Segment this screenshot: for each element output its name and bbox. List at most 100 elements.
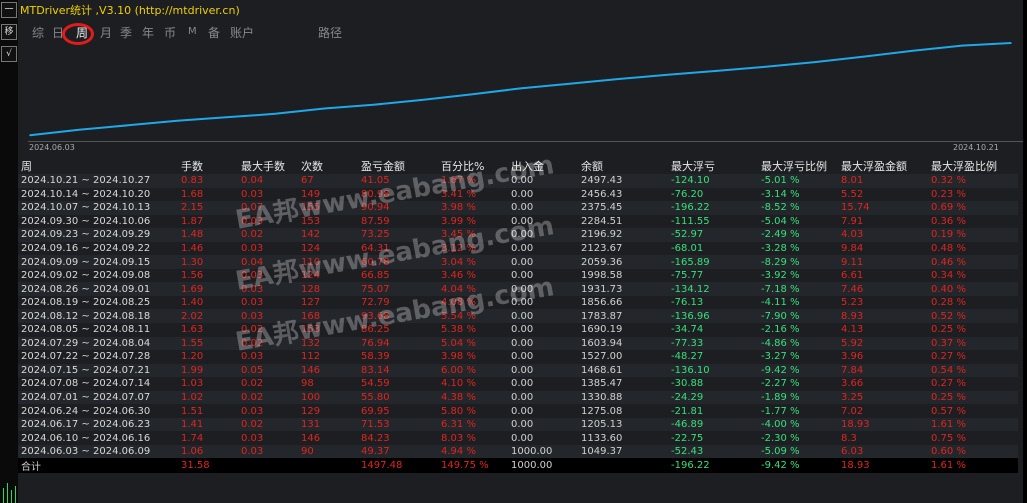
header-max-lots[interactable]: 最大手数 [238,158,298,174]
chart-baseline [28,141,1023,142]
cell-deposit: 0.00 [508,309,578,324]
cell-max-lots: 0.03 [238,431,298,445]
cell-deposit: 0.00 [508,350,578,364]
cell-percent: 3.41 % [438,187,508,202]
balance-point [863,55,865,58]
cell-trades: 149 [298,187,358,202]
cell-max-lots: 0.03 [238,444,298,459]
left-button-2[interactable]: 移 [1,24,17,40]
cell-trades: 124 [298,241,358,256]
cell-pnl: 55.80 [358,390,438,405]
cell-max-drawdown-pct: -9.42 % [758,363,838,378]
left-button-1[interactable]: 一 [1,2,17,18]
cell-max-drawdown-pct: -4.00 % [758,417,838,432]
tab-account[interactable]: 账户 [230,24,254,41]
cell-max-lots: 0.03 [238,241,298,256]
cell-max-drawdown: -52.43 [668,444,758,459]
cell-pnl: 49.37 [358,444,438,459]
header-pnl[interactable]: 盈亏金额 [358,158,438,174]
cell-max-floating-profit-pct: 0.19 % [928,228,1018,242]
cell-max-drawdown-pct: -8.29 % [758,255,838,269]
header-max-floating-profit-pct[interactable]: 最大浮盈比例 [928,158,1018,174]
cell-percent: 3.98 % [438,350,508,364]
cell-max-drawdown: -165.89 [668,255,758,269]
table-row: 2024.09.23 ~ 2024.09.29 1.48 0.02 142 73.25 3… [18,228,1018,242]
cell-trades: 124 [298,268,358,283]
cell-deposit: 0.00 [508,268,578,283]
cell-max-lots: 0.02 [238,377,298,391]
table-header-row: 周手数 最大手数 次数 盈亏金额 百分比% 出入金 余额 最大浮亏 最大浮亏比例 最大浮盈金额 最大… [18,158,1018,174]
cell-deposit: 0.00 [508,282,578,296]
cell-max-floating-profit: 8.3 [838,431,928,445]
left-button-3[interactable]: √ [1,46,17,62]
tab-year[interactable]: 年 [142,24,154,41]
cell-deposit: 0.00 [508,323,578,337]
cell-pnl: 86.25 [358,323,438,337]
cell-week: 2024.10.21 ~ 2024.10.27 [18,174,178,188]
tab-month[interactable]: 月 [100,24,112,41]
cell-max-floating-profit-pct: 0.25 % [928,390,1018,405]
cell-max-drawdown-pct: -1.77 % [758,404,838,418]
cell-max-floating-profit-pct: 0.28 % [928,295,1018,310]
header-max-drawdown[interactable]: 最大浮亏 [668,158,758,174]
cell-trades: 98 [298,377,358,391]
tab-quarter[interactable]: 季 [120,24,132,41]
cell-trades: 100 [298,390,358,405]
tab-path[interactable]: 路径 [318,24,342,41]
cell-deposit: 0.00 [508,228,578,242]
tab-currency[interactable]: 币 [164,24,176,41]
table-row: 2024.10.21 ~ 2024.10.27 0.83 0.04 67 41.05 1.… [18,174,1018,188]
cell-percent: 3.46 % [438,268,508,283]
cell-pnl: 41.05 [358,174,438,188]
cell-max-drawdown: -68.01 [668,241,758,256]
header-lots[interactable]: 手数 [178,158,238,174]
cell-max-floating-profit-pct: 0.27 % [928,377,1018,391]
cell-max-drawdown: -34.74 [668,323,758,337]
cell-deposit: 0.00 [508,377,578,391]
cell-max-floating-profit-pct: 0.36 % [928,214,1018,229]
header-percent[interactable]: 百分比% [438,158,508,174]
cell-lots: 1.41 [178,417,238,432]
cell-trades: 155 [298,201,358,215]
header-max-floating-profit[interactable]: 最大浮盈金额 [838,158,928,174]
cell-max-floating-profit: 3.96 [838,350,928,364]
table-row: 2024.10.07 ~ 2024.10.13 2.15 0.07 155 90.94 3… [18,201,1018,215]
header-balance[interactable]: 余额 [578,158,668,174]
total-max-floating-profit: 18.93 [838,458,928,474]
cell-pnl: 71.53 [358,417,438,432]
cell-max-floating-profit: 7.91 [838,214,928,229]
cell-week: 2024.06.17 ~ 2024.06.23 [18,417,178,432]
header-deposit[interactable]: 出入金 [508,158,578,174]
cell-week: 2024.10.14 ~ 2024.10.20 [18,187,178,202]
cell-deposit: 0.00 [508,214,578,229]
header-trades[interactable]: 次数 [298,158,358,174]
cell-max-drawdown: -134.12 [668,282,758,296]
cell-max-floating-profit-pct: 0.60 % [928,444,1018,459]
left-toolbar-strip: 一 移 √ [0,0,18,503]
cell-trades: 129 [298,404,358,418]
cell-balance: 1385.47 [578,377,668,391]
header-week[interactable]: 周 [18,158,178,174]
cell-lots: 2.02 [178,309,238,324]
cell-week: 2024.10.07 ~ 2024.10.13 [18,201,178,215]
cell-max-drawdown-pct: -7.90 % [758,309,838,324]
header-max-drawdown-pct[interactable]: 最大浮亏比例 [758,158,838,174]
cell-max-drawdown-pct: -4.86 % [758,336,838,351]
cell-max-lots: 0.02 [238,390,298,405]
cell-max-floating-profit-pct: 0.69 % [928,201,1018,215]
cell-trades: 90 [298,444,358,459]
tab-summary[interactable]: 综 [32,24,44,41]
cell-max-floating-profit-pct: 0.40 % [928,282,1018,296]
tab-backup[interactable]: 备 [208,24,220,41]
cell-balance: 2497.43 [578,174,668,188]
cell-max-lots: 0.03 [238,309,298,324]
cell-trades: 146 [298,363,358,378]
chart-end-date: 2024.10.21 [953,143,999,152]
cell-percent: 3.04 % [438,255,508,269]
tab-m[interactable]: M [188,26,197,37]
balance-chart [29,42,1012,137]
cell-deposit: 0.00 [508,295,578,310]
cell-deposit: 0.00 [508,431,578,445]
cell-max-drawdown: -196.22 [668,201,758,215]
balance-point [617,78,620,80]
